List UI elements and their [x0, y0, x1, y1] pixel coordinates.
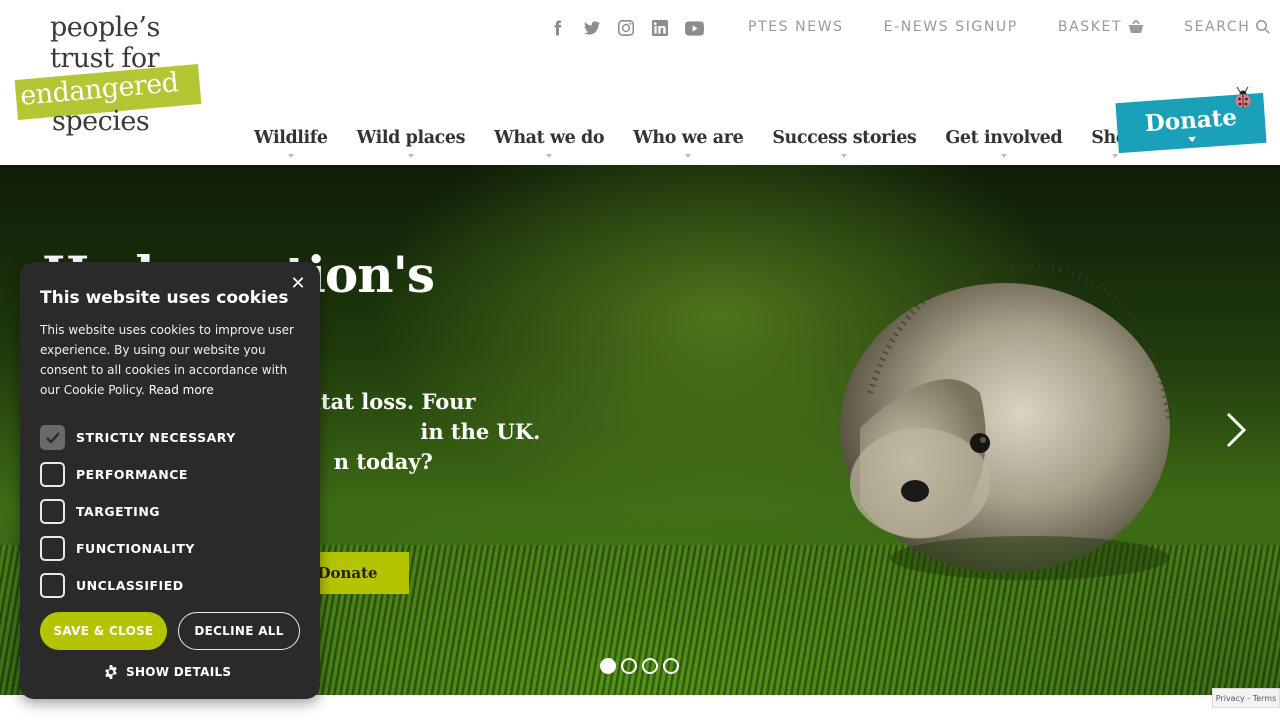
- site-header: people’s trust for endangered species PT…: [0, 0, 1280, 165]
- nav-item-label: What we do: [494, 128, 605, 148]
- chevron-down-icon: [1187, 136, 1197, 143]
- recaptcha-badge[interactable]: Privacy - Terms: [1212, 688, 1280, 708]
- youtube-icon[interactable]: [684, 18, 704, 38]
- hedgehog-image: [840, 261, 1173, 580]
- decline-all-button[interactable]: DECLINE ALL: [178, 612, 300, 650]
- nav-item-label: Wild places: [356, 128, 466, 148]
- cookie-option-targeting[interactable]: TARGETING: [40, 493, 236, 530]
- nav-item-label: Wildlife: [254, 128, 328, 148]
- cookie-option-label: PERFORMANCE: [76, 467, 188, 482]
- logo-line-4: species: [52, 106, 150, 137]
- linkedin-icon[interactable]: [650, 18, 670, 38]
- chevron-down-icon: [287, 154, 294, 158]
- search-icon: [1256, 20, 1271, 34]
- nav-item-success-stories[interactable]: Success stories: [772, 128, 917, 158]
- twitter-icon[interactable]: [582, 18, 602, 38]
- read-more-link[interactable]: Read more: [149, 383, 214, 397]
- checkbox[interactable]: [40, 462, 65, 487]
- basket-link[interactable]: BASKET: [1058, 19, 1144, 35]
- nav-item-who-we-are[interactable]: Who we are: [633, 128, 744, 158]
- social-links: [548, 18, 704, 38]
- site-logo[interactable]: people’s trust for endangered species: [14, 12, 214, 142]
- slider-dot[interactable]: [600, 658, 616, 674]
- cookie-option-performance[interactable]: PERFORMANCE: [40, 456, 236, 493]
- ladybird-icon: [1235, 86, 1251, 108]
- cookie-title: This website uses cookies: [40, 288, 289, 308]
- basket-icon: [1129, 20, 1144, 33]
- show-details-button[interactable]: SHOW DETAILS: [104, 665, 231, 679]
- nav-item-wild-places[interactable]: Wild places: [356, 128, 466, 158]
- facebook-icon[interactable]: [548, 18, 568, 38]
- cookie-option-label: TARGETING: [76, 504, 161, 519]
- checkbox[interactable]: [40, 425, 65, 450]
- checkbox[interactable]: [40, 536, 65, 561]
- chevron-down-icon: [1000, 154, 1007, 158]
- main-nav: Wildlife Wild places What we do Who we a…: [254, 128, 1168, 158]
- enews-signup-link[interactable]: E-NEWS SIGNUP: [884, 19, 1018, 35]
- donate-label: Donate: [1143, 103, 1238, 137]
- cookie-option-label: FUNCTIONALITY: [76, 541, 195, 556]
- slider-dots: [600, 658, 679, 674]
- cookie-option-label: STRICTLY NECESSARY: [76, 430, 236, 445]
- gear-icon: [105, 665, 117, 679]
- close-icon[interactable]: ✕: [290, 275, 306, 293]
- slider-dot[interactable]: [642, 658, 658, 674]
- nav-item-label: Who we are: [633, 128, 744, 148]
- chevron-down-icon: [685, 154, 692, 158]
- cookie-option-functionality[interactable]: FUNCTIONALITY: [40, 530, 236, 567]
- chevron-down-icon: [841, 154, 848, 158]
- chevron-down-icon: [546, 154, 553, 158]
- chevron-right-icon[interactable]: [1222, 410, 1250, 450]
- search-link[interactable]: SEARCH: [1184, 19, 1271, 35]
- nav-item-label: Get involved: [945, 128, 1063, 148]
- nav-item-wildlife[interactable]: Wildlife: [254, 128, 328, 158]
- check-icon: [45, 431, 60, 444]
- search-label: SEARCH: [1184, 19, 1251, 35]
- cookie-option-unclassified[interactable]: UNCLASSIFIED: [40, 567, 236, 604]
- cookie-consent-panel: ✕ This website uses cookies This website…: [20, 262, 320, 699]
- save-and-close-button[interactable]: SAVE & CLOSE: [40, 612, 167, 650]
- basket-label: BASKET: [1057, 19, 1123, 35]
- cookie-option-strictly-necessary[interactable]: STRICTLY NECESSARY: [40, 419, 236, 456]
- chevron-down-icon: [1112, 154, 1119, 158]
- logo-line-1: people’s: [50, 12, 160, 43]
- nav-item-label: Success stories: [772, 128, 917, 148]
- instagram-icon[interactable]: [616, 18, 636, 38]
- slider-dot[interactable]: [663, 658, 679, 674]
- chevron-down-icon: [407, 154, 414, 158]
- nav-item-what-we-do[interactable]: What we do: [494, 128, 605, 158]
- slider-dot[interactable]: [621, 658, 637, 674]
- show-details-label: SHOW DETAILS: [126, 665, 232, 679]
- cookie-options: STRICTLY NECESSARY PERFORMANCE TARGETING…: [40, 419, 236, 604]
- ptes-news-link[interactable]: PTES NEWS: [748, 19, 844, 35]
- checkbox[interactable]: [40, 573, 65, 598]
- checkbox[interactable]: [40, 499, 65, 524]
- utility-links: PTES NEWS E-NEWS SIGNUP BASKET SEARCH: [748, 19, 1271, 35]
- cookie-description: This website uses cookies to improve use…: [40, 320, 302, 400]
- nav-item-get-involved[interactable]: Get involved: [945, 128, 1063, 158]
- cookie-option-label: UNCLASSIFIED: [76, 578, 184, 593]
